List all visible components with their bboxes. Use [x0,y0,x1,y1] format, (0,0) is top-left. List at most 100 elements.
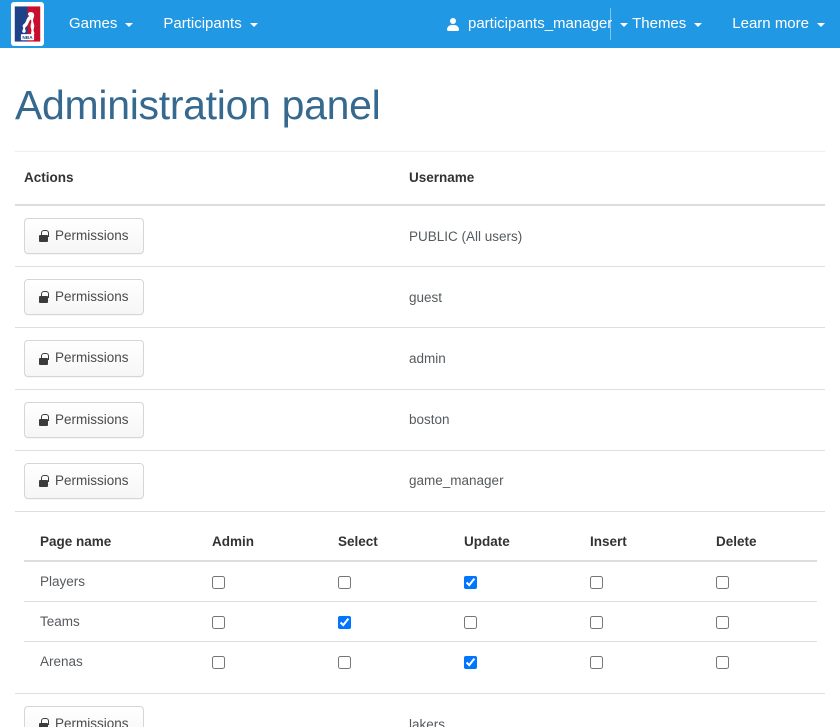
nav-item-learn-more-label: Learn more [732,0,809,48]
cell-username: guest [400,267,825,328]
cell-update [464,561,590,602]
chevron-down-icon [694,23,702,27]
checkbox-teams-delete[interactable] [716,616,729,629]
permissions-detail-cell: Page name Admin Select Update Insert Del… [15,512,825,694]
cell-admin [212,561,338,602]
lock-icon [39,291,48,303]
column-header-delete: Delete [716,524,817,561]
checkbox-players-update[interactable] [464,576,477,589]
permissions-button-label: Permissions [55,472,129,490]
checkbox-arenas-update[interactable] [464,656,477,669]
cell-delete [716,602,817,642]
checkbox-arenas-delete[interactable] [716,656,729,669]
top-navbar: NBA Games Participants participants_mana… [0,0,840,48]
cell-username: lakers [400,694,825,727]
column-header-admin: Admin [212,524,338,561]
checkbox-players-admin[interactable] [212,576,225,589]
cell-username: admin [400,328,825,389]
nav-item-learn-more[interactable]: Learn more [717,0,840,48]
cell-delete [716,642,817,682]
permissions-button[interactable]: Permissions [24,340,144,376]
cell-actions: Permissions [15,389,400,450]
permissions-button[interactable]: Permissions [24,463,144,499]
checkbox-arenas-admin[interactable] [212,656,225,669]
nav-left-group: Games Participants [54,0,273,48]
cell-delete [716,561,817,602]
cell-actions: Permissions [15,694,400,727]
cell-page-name: Players [24,561,212,602]
table-row: Players [24,561,817,602]
table-row: Permissions admin [15,328,825,389]
cell-select [338,602,464,642]
checkbox-teams-update[interactable] [464,616,477,629]
cell-insert [590,642,716,682]
cell-page-name: Arenas [24,642,212,682]
column-header-username: Username [400,152,825,205]
nav-divider [610,8,611,40]
permissions-detail-row: Page name Admin Select Update Insert Del… [15,512,825,694]
cell-username: PUBLIC (All users) [400,205,825,267]
nav-item-games-label: Games [69,0,117,48]
cell-update [464,602,590,642]
table-row: Permissions game_manager [15,450,825,511]
users-table: Actions Username Permissions PUBLIC (All… [15,152,825,727]
cell-select [338,642,464,682]
nav-item-games[interactable]: Games [54,0,148,48]
column-header-insert: Insert [590,524,716,561]
user-icon [447,18,459,31]
cell-username: game_manager [400,450,825,511]
checkbox-players-delete[interactable] [716,576,729,589]
cell-actions: Permissions [15,267,400,328]
permissions-button[interactable]: Permissions [24,706,144,727]
checkbox-teams-admin[interactable] [212,616,225,629]
nav-user-label: participants_manager [468,0,612,48]
table-row: Teams [24,602,817,642]
table-row: Permissions guest [15,267,825,328]
cell-update [464,642,590,682]
cell-actions: Permissions [15,328,400,389]
column-header-page-name: Page name [24,524,212,561]
column-header-update: Update [464,524,590,561]
table-row: Permissions lakers [15,694,825,727]
nba-logo-icon: NBA [11,2,44,46]
cell-admin [212,642,338,682]
cell-actions: Permissions [15,450,400,511]
checkbox-teams-insert[interactable] [590,616,603,629]
nav-item-themes[interactable]: Themes [617,0,717,48]
column-header-select: Select [338,524,464,561]
cell-page-name: Teams [24,602,212,642]
permissions-button-label: Permissions [55,715,129,727]
permissions-button-label: Permissions [55,288,129,306]
page-title: Administration panel [15,82,825,129]
permissions-button-label: Permissions [55,349,129,367]
nav-item-participants-label: Participants [163,0,241,48]
lock-icon [39,414,48,426]
brand-logo[interactable]: NBA [9,2,46,46]
chevron-down-icon [250,23,258,27]
permissions-table-body: Players Teams [24,561,817,681]
column-header-actions: Actions [15,152,400,205]
checkbox-players-select[interactable] [338,576,351,589]
cell-insert [590,602,716,642]
table-row: Arenas [24,642,817,682]
permissions-button[interactable]: Permissions [24,402,144,438]
lock-icon [39,475,48,487]
nav-item-themes-label: Themes [632,0,686,48]
permissions-table: Page name Admin Select Update Insert Del… [24,524,817,681]
nav-item-participants[interactable]: Participants [148,0,272,48]
lock-icon [39,718,48,727]
cell-username: boston [400,389,825,450]
page-container: Administration panel Actions Username Pe… [0,82,840,727]
permissions-button[interactable]: Permissions [24,279,144,315]
checkbox-teams-select[interactable] [338,616,351,629]
cell-admin [212,602,338,642]
table-row: Permissions PUBLIC (All users) [15,205,825,267]
lock-icon [39,353,48,365]
svg-text:NBA: NBA [22,35,33,41]
checkbox-players-insert[interactable] [590,576,603,589]
chevron-down-icon [125,23,133,27]
checkbox-arenas-select[interactable] [338,656,351,669]
checkbox-arenas-insert[interactable] [590,656,603,669]
permissions-button-label: Permissions [55,411,129,429]
permissions-button[interactable]: Permissions [24,218,144,254]
